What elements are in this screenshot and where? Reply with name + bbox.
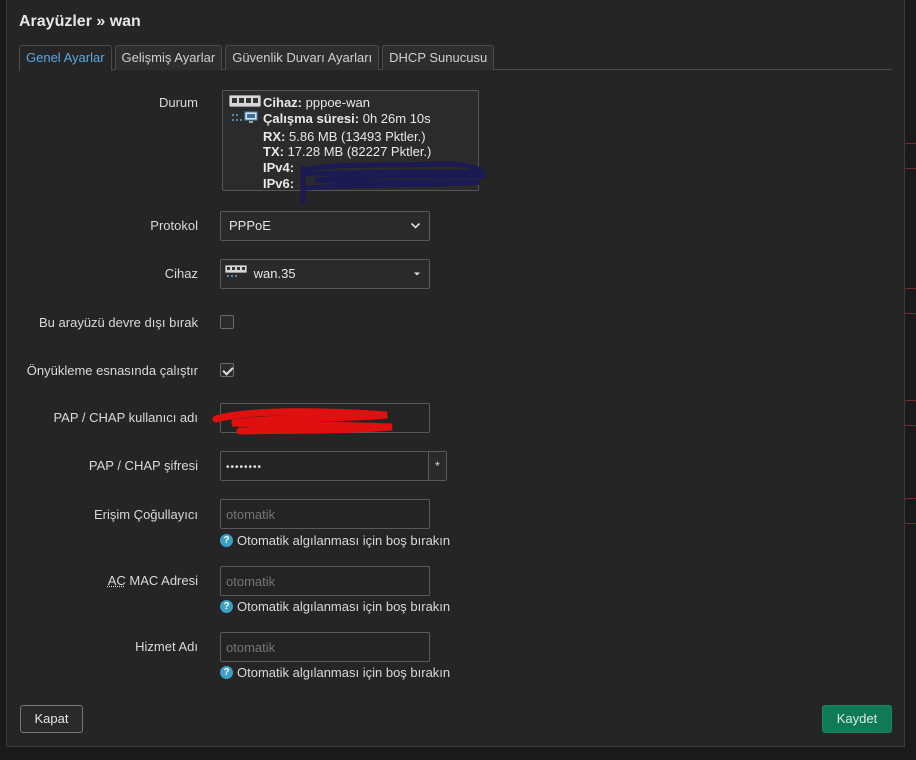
backdrop-fragment: [904, 498, 916, 524]
tx-key: TX:: [263, 144, 284, 160]
autostart-checkbox[interactable]: [220, 363, 234, 377]
password-input[interactable]: ••••••••: [220, 451, 429, 481]
username-label: PAP / CHAP kullanıcı adı: [53, 410, 198, 425]
ac-mac-label: AC MAC Adresi: [108, 573, 198, 588]
service-help-text: Otomatik algılanması için boş bırakın: [237, 665, 451, 680]
device-label: Cihaz: [164, 266, 198, 281]
ipv6-key: IPv6:: [263, 175, 295, 191]
protocol-label: Protokol: [150, 218, 198, 233]
question-icon: ?: [220, 534, 233, 547]
question-icon: ?: [220, 600, 233, 613]
ac-mac-help-text: Otomatik algılanması için boş bırakın: [237, 599, 451, 614]
service-input[interactable]: [220, 632, 430, 662]
modal-title: Arayüzler » wan: [19, 13, 141, 30]
save-button[interactable]: Kaydet: [822, 705, 892, 733]
ac-label: Erişim Çoğullayıcı: [93, 507, 198, 522]
ac-mac-label-text: MAC Adresi: [125, 573, 198, 588]
disable-label: Bu arayüzü devre dışı bırak: [39, 315, 198, 330]
network-link-icon: [229, 111, 263, 129]
chevron-down-icon: [410, 212, 421, 251]
rx-key: RX:: [263, 128, 286, 144]
device-key: Cihaz:: [263, 95, 302, 110]
tab-dhcp[interactable]: DHCP Sunucusu: [382, 45, 495, 70]
device-select[interactable]: wan.35: [220, 259, 430, 289]
password-value: ••••••••: [226, 462, 263, 473]
reveal-password-button[interactable]: *: [428, 451, 447, 481]
uptime-key: Çalışma süresi:: [263, 110, 360, 126]
password-label: PAP / CHAP şifresi: [88, 458, 198, 473]
ac-help: ? Otomatik algılanması için boş bırakın: [220, 533, 450, 548]
ac-input[interactable]: [220, 499, 430, 529]
backdrop-fragment: [904, 143, 916, 169]
tab-firewall[interactable]: Güvenlik Duvarı Ayarları: [225, 45, 380, 70]
device-value: pppoe-wan: [305, 95, 370, 110]
protocol-value: PPPoE: [229, 218, 271, 233]
service-help: ? Otomatik algılanması için boş bırakın: [220, 665, 450, 680]
ac-abbr: AC: [107, 573, 126, 588]
ethernet-port-icon: [229, 95, 263, 111]
tab-advanced[interactable]: Gelişmiş Ayarlar: [114, 45, 223, 70]
autostart-label: Önyükleme esnasında çalıştır: [26, 363, 198, 378]
status-label: Durum: [158, 95, 198, 110]
rx-value: 5.86 MB (13493 Pktler.): [289, 128, 426, 144]
tab-bar: Genel Ayarlar Gelişmiş Ayarlar Güvenlik …: [19, 45, 892, 71]
interface-edit-modal: Arayüzler » wan Genel Ayarlar Gelişmiş A…: [6, 0, 905, 747]
status-box: Cihaz: pppoe-wan Çalışma süresi: 0h 26m …: [222, 90, 479, 191]
ipv4-key: IPv4:: [263, 160, 295, 176]
backdrop-fragment: [904, 400, 916, 426]
username-input[interactable]: [220, 403, 430, 433]
tx-value: 17.28 MB (82227 Pktler.): [287, 144, 432, 160]
service-label: Hizmet Adı: [135, 639, 198, 654]
ac-help-text: Otomatik algılanması için boş bırakın: [237, 533, 451, 548]
question-icon: ?: [220, 666, 233, 679]
ac-mac-help: ? Otomatik algılanması için boş bırakın: [220, 599, 450, 614]
backdrop-fragment: [904, 288, 916, 314]
caret-down-icon: [413, 260, 421, 299]
disable-checkbox[interactable]: [220, 315, 234, 329]
uptime-value: 0h 26m 10s: [362, 110, 431, 126]
device-value: wan.35: [253, 266, 296, 281]
close-button[interactable]: Kapat: [20, 705, 83, 733]
protocol-select[interactable]: PPPoE: [220, 211, 430, 241]
ac-mac-input[interactable]: [220, 566, 430, 596]
tab-general[interactable]: Genel Ayarlar: [19, 45, 112, 71]
ethernet-port-icon: [225, 261, 247, 289]
